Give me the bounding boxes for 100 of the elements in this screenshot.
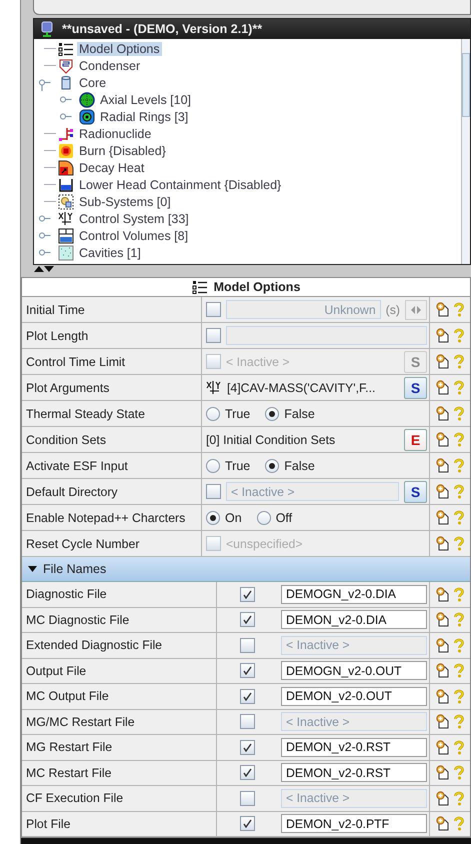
select-button[interactable]: S xyxy=(404,376,427,398)
checkbox[interactable] xyxy=(240,663,254,678)
burn-icon xyxy=(58,142,74,158)
checkbox[interactable] xyxy=(206,484,221,499)
tree-item[interactable]: Control System [33] xyxy=(77,212,191,226)
check-icon xyxy=(242,666,252,676)
tree-item[interactable]: Cavities [1] xyxy=(77,246,143,260)
add-icon[interactable] xyxy=(436,380,450,395)
value-text: [4]CAV-MASS('CAVITY',F... xyxy=(227,380,376,394)
select-button[interactable]: S xyxy=(404,480,427,502)
checkbox[interactable] xyxy=(240,586,254,602)
check-icon xyxy=(242,692,252,701)
radio-label[interactable]: False xyxy=(284,406,315,420)
crosshair-icon xyxy=(79,92,95,108)
radio-button[interactable] xyxy=(256,510,271,524)
volumes-icon xyxy=(58,228,74,244)
splitter-arrows-icon[interactable] xyxy=(33,265,55,273)
tree-item[interactable]: Burn {Disabled} xyxy=(77,144,168,158)
tree-item[interactable]: Radial Rings [3] xyxy=(98,110,190,124)
radio-label[interactable]: Off xyxy=(276,510,292,524)
tree-item[interactable]: Lower Head Containment {Disabled} xyxy=(77,178,284,192)
add-icon[interactable] xyxy=(436,484,450,499)
tree-item[interactable]: Decay Heat xyxy=(77,160,146,174)
unit-label: (s) xyxy=(386,302,400,316)
tree-item[interactable]: Model Options xyxy=(77,42,162,56)
radio-button[interactable] xyxy=(206,510,220,524)
app-icon xyxy=(40,21,54,37)
add-icon[interactable] xyxy=(436,458,450,473)
add-icon[interactable] xyxy=(436,510,450,525)
property-label: Extended Diagnostic File xyxy=(26,638,162,652)
property-label: MC Restart File xyxy=(26,766,112,780)
checkbox[interactable] xyxy=(240,790,254,806)
tree-item[interactable]: Condenser xyxy=(77,58,142,72)
property-label: Default Directory xyxy=(26,484,118,498)
radio-button[interactable] xyxy=(265,406,280,420)
tree-item[interactable]: Radionuclide xyxy=(77,126,154,140)
input-field[interactable]: DEMON_v2-0.PTF xyxy=(281,814,427,834)
add-icon[interactable] xyxy=(436,612,450,628)
input-field[interactable]: DEMOGN_v2-0.DIA xyxy=(281,584,427,604)
scrollbar[interactable] xyxy=(461,39,470,264)
spinner-button[interactable] xyxy=(405,300,427,320)
checkbox[interactable] xyxy=(206,302,221,317)
add-icon[interactable] xyxy=(436,714,450,730)
checkbox[interactable] xyxy=(240,688,254,704)
checkbox[interactable] xyxy=(240,816,254,832)
property-label: Plot File xyxy=(26,816,70,831)
checkbox[interactable] xyxy=(240,714,254,730)
checkbox[interactable] xyxy=(240,765,254,780)
add-icon[interactable] xyxy=(436,790,450,806)
tree-item[interactable]: Control Volumes [8] xyxy=(77,228,190,242)
input-field[interactable]: DEMON_v2-0.RST xyxy=(281,763,427,782)
property-label: Reset Cycle Number xyxy=(26,536,140,550)
add-icon[interactable] xyxy=(436,536,450,551)
input-field[interactable]: DEMON_v2-0.DIA xyxy=(281,610,427,630)
add-icon[interactable] xyxy=(436,765,450,780)
property-label: Initial Time xyxy=(26,302,85,316)
check-icon xyxy=(242,742,252,752)
radio-label[interactable]: True xyxy=(225,406,250,420)
property-label: Activate ESF Input xyxy=(26,458,128,472)
checkbox[interactable] xyxy=(240,638,254,653)
section-title: File Names xyxy=(43,562,106,576)
radio-button[interactable] xyxy=(265,458,280,472)
radio-button[interactable] xyxy=(206,406,220,420)
subsystems-icon xyxy=(58,194,74,210)
edit-button[interactable]: E xyxy=(404,428,427,450)
condenser-icon xyxy=(58,58,74,74)
checkbox[interactable] xyxy=(206,328,221,343)
property-label: Enable Notepad++ Charcters xyxy=(26,510,186,524)
input-field[interactable]: DEMON_v2-0.RST xyxy=(281,738,427,757)
property-label: Condition Sets xyxy=(26,432,106,446)
add-icon[interactable] xyxy=(436,432,450,447)
add-icon[interactable] xyxy=(436,354,450,369)
property-label: MG/MC Restart File xyxy=(26,714,135,729)
value-text: <unspecified> xyxy=(226,536,304,550)
tree-item[interactable]: Sub-Systems [0] xyxy=(77,194,173,208)
add-icon[interactable] xyxy=(436,663,450,678)
radio-button[interactable] xyxy=(206,458,220,472)
add-icon[interactable] xyxy=(436,688,450,704)
add-icon[interactable] xyxy=(436,406,450,421)
radio-label[interactable]: False xyxy=(284,458,315,472)
caret-icon[interactable] xyxy=(28,565,37,573)
add-icon[interactable] xyxy=(436,638,450,653)
panel-title: Model Options xyxy=(214,280,300,294)
section-header[interactable]: File Names xyxy=(22,557,470,582)
checkbox[interactable] xyxy=(240,740,254,755)
property-label: Plot Arguments xyxy=(26,380,110,394)
property-label: MC Diagnostic File xyxy=(26,612,130,627)
add-icon[interactable] xyxy=(436,328,450,343)
add-icon[interactable] xyxy=(436,740,450,755)
tree-item[interactable]: Core xyxy=(77,76,108,90)
input-field[interactable]: DEMON_v2-0.OUT xyxy=(281,686,427,706)
add-icon[interactable] xyxy=(436,816,450,832)
property-label: MC Output File xyxy=(26,689,109,704)
add-icon[interactable] xyxy=(436,586,450,602)
radio-label[interactable]: On xyxy=(225,510,242,524)
checkbox[interactable] xyxy=(240,612,254,628)
radio-label[interactable]: True xyxy=(225,458,250,472)
add-icon[interactable] xyxy=(436,302,450,317)
input-field[interactable]: DEMOGN_v2-0.OUT xyxy=(281,661,427,680)
tree-item[interactable]: Axial Levels [10] xyxy=(98,92,194,106)
